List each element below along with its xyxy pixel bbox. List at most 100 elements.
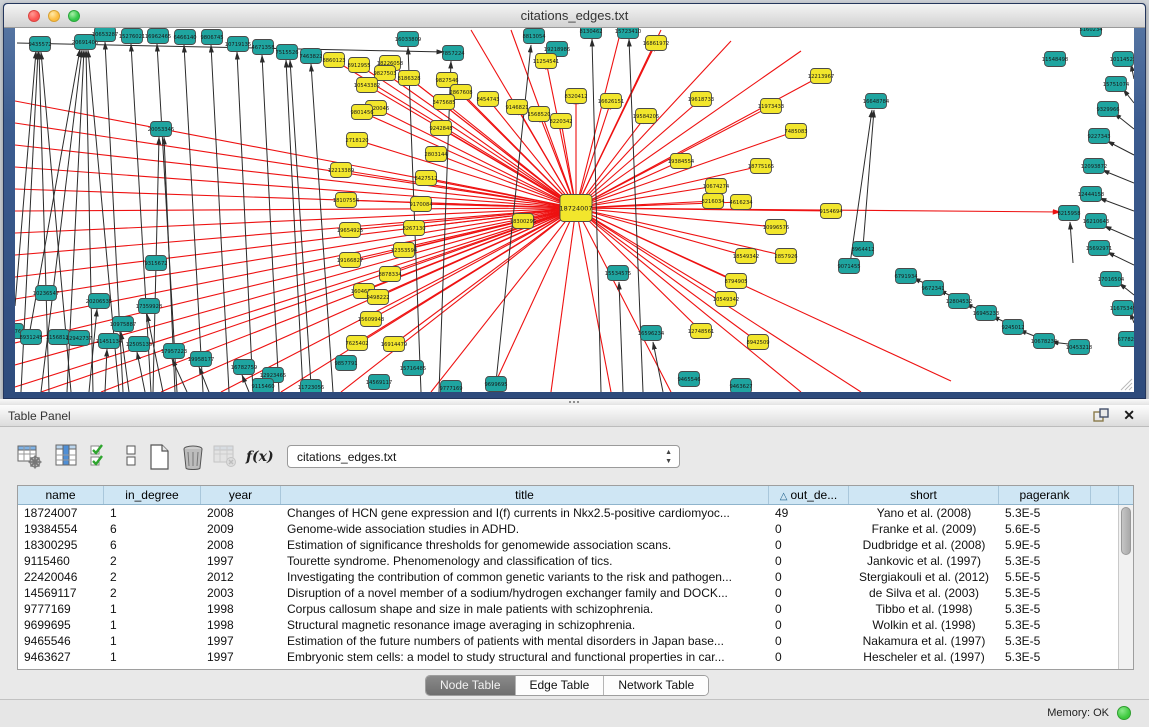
graph-edge-red[interactable]: [576, 43, 656, 208]
graph-node[interactable]: 15751074: [1103, 77, 1130, 92]
table-row[interactable]: 946554611997Estimation of the future num…: [18, 633, 1133, 649]
graph-node[interactable]: 12353594: [391, 243, 418, 258]
graph-node[interactable]: 14569117: [366, 375, 392, 390]
graph-node[interactable]: 16914479: [381, 337, 407, 352]
table-vertical-scrollbar[interactable]: [1118, 505, 1133, 669]
graph-edge-red[interactable]: [576, 208, 801, 392]
table-row[interactable]: 1872400712008Changes of HCN gene express…: [18, 505, 1133, 521]
close-panel-icon[interactable]: ✕: [1123, 407, 1135, 424]
graph-node[interactable]: 12505135: [126, 337, 152, 352]
graph-node[interactable]: 9672341: [921, 281, 944, 296]
table-row[interactable]: 1830029562008Estimation of significance …: [18, 537, 1133, 553]
graph-node[interactable]: 10453218: [1066, 340, 1092, 355]
column-header-in_degree[interactable]: in_degree: [104, 486, 201, 504]
graph-node[interactable]: 17957223: [161, 344, 187, 359]
new-table-button[interactable]: [146, 443, 172, 471]
graph-edge-directed[interactable]: [105, 349, 107, 392]
graph-node[interactable]: 12942737: [66, 331, 92, 346]
graph-node[interactable]: 15276021: [119, 29, 145, 44]
graph-node[interactable]: 9329966: [1096, 102, 1119, 117]
graph-edge-directed[interactable]: [653, 342, 663, 392]
table-row[interactable]: 911546021997Tourette syndrome. Phenomeno…: [18, 553, 1133, 569]
graph-node[interactable]: 19618733: [688, 92, 714, 107]
graph-node[interactable]: 7515526: [275, 45, 298, 60]
graph-node[interactable]: 11548498: [1042, 52, 1068, 67]
graph-node[interactable]: 9170084: [409, 197, 433, 212]
graph-node[interactable]: 16945233: [973, 306, 999, 321]
graph-node[interactable]: 9315672: [144, 256, 167, 271]
graph-edge-red[interactable]: [15, 208, 576, 211]
table-row[interactable]: 977716911998Corpus callosum shape and si…: [18, 601, 1133, 617]
graph-node[interactable]: 10114523: [1110, 52, 1134, 67]
graph-node[interactable]: 9245012: [1001, 320, 1024, 335]
graph-node[interactable]: 8220342: [549, 114, 572, 129]
graph-node[interactable]: 16648784: [863, 94, 890, 109]
graph-node[interactable]: 15609948: [358, 312, 384, 327]
graph-node[interactable]: 19958177: [188, 352, 214, 367]
graph-node[interactable]: 10996576: [763, 220, 789, 235]
graph-node[interactable]: 9227343: [1087, 129, 1110, 144]
graph-node[interactable]: 9154694: [819, 204, 843, 219]
graph-node[interactable]: 11675345: [1110, 301, 1134, 316]
graph-node[interactable]: 9498222: [366, 290, 389, 305]
graph-node[interactable]: 10719135: [225, 37, 251, 52]
graph-node[interactable]: 9071455: [837, 259, 860, 274]
graph-node[interactable]: 9806745: [200, 30, 223, 45]
graph-node[interactable]: 12748561: [688, 324, 714, 339]
tab-network-table[interactable]: Network Table: [604, 676, 708, 695]
column-header-year[interactable]: year: [201, 486, 281, 504]
graph-node[interactable]: 8215958: [1057, 206, 1080, 221]
select-all-button[interactable]: [88, 443, 114, 471]
column-header-title[interactable]: title: [281, 486, 769, 504]
graph-node[interactable]: 3475685: [432, 95, 455, 110]
graph-node[interactable]: 19166827: [337, 253, 363, 268]
graph-edge-directed[interactable]: [1107, 141, 1134, 155]
graph-node[interactable]: 18775165: [748, 159, 774, 174]
graph-edge-red[interactable]: [576, 208, 736, 281]
graph-node[interactable]: 9801456: [350, 105, 373, 120]
graph-node[interactable]: 10236547: [33, 286, 59, 301]
graph-edge-directed[interactable]: [1070, 222, 1073, 263]
graph-edge-directed[interactable]: [211, 45, 229, 392]
graph-node[interactable]: 8267130: [402, 221, 425, 236]
graph-node[interactable]: 8794905: [724, 274, 747, 289]
graph-node[interactable]: 10549342: [713, 292, 739, 307]
table-row[interactable]: 1456911722003Disruption of a novel membe…: [18, 585, 1133, 601]
graph-node[interactable]: 9115460: [251, 379, 274, 393]
graph-edge-red[interactable]: [576, 208, 776, 227]
graph-node[interactable]: 12213389: [328, 163, 354, 178]
graph-edge-red[interactable]: [576, 208, 746, 256]
graph-node[interactable]: 15716485: [400, 361, 426, 376]
graph-node[interactable]: 4671358: [251, 40, 274, 55]
table-selector-combobox[interactable]: citations_edges.txt ▲▼: [287, 445, 680, 468]
tab-node-table[interactable]: Node Table: [426, 676, 516, 695]
graph-node[interactable]: 6466140: [173, 30, 196, 45]
column-header-name[interactable]: name: [18, 486, 104, 504]
graph-node[interactable]: 8186328: [397, 71, 420, 86]
graph-node[interactable]: 11973433: [758, 99, 784, 114]
graph-node[interactable]: 15723410: [615, 28, 641, 39]
graph-node[interactable]: 18300295: [510, 214, 536, 229]
column-visibility-button[interactable]: [53, 443, 79, 471]
graph-node[interactable]: 8860123: [322, 53, 345, 68]
graph-node[interactable]: 16596234: [638, 326, 665, 341]
graph-edge-red[interactable]: [357, 140, 576, 208]
graph-node[interactable]: 11723056: [298, 380, 324, 393]
network-canvas[interactable]: 9435572206914061065328715276021169624656…: [15, 28, 1134, 392]
graph-edge-directed[interactable]: [850, 110, 872, 264]
memory-ok-indicator[interactable]: [1117, 706, 1131, 720]
graph-edge-directed[interactable]: [15, 51, 36, 306]
resize-grip[interactable]: [1119, 377, 1133, 391]
network-graph[interactable]: 9435572206914061065328715276021169624656…: [15, 28, 1134, 392]
graph-edge-red[interactable]: [390, 208, 576, 274]
graph-node[interactable]: 18107554: [333, 193, 360, 208]
graph-node[interactable]: 10674274: [703, 179, 730, 194]
graph-edge-directed[interactable]: [1099, 198, 1134, 211]
table-row[interactable]: 969969511998Structural magnetic resonanc…: [18, 617, 1133, 633]
graph-node[interactable]: 17016504: [1098, 272, 1125, 287]
delete-table-button[interactable]: [212, 443, 238, 471]
scrollbar-thumb[interactable]: [1121, 507, 1131, 555]
graph-edge-directed[interactable]: [408, 47, 421, 392]
graph-node[interactable]: 9242848: [429, 121, 452, 136]
graph-edge-red[interactable]: [546, 61, 576, 208]
